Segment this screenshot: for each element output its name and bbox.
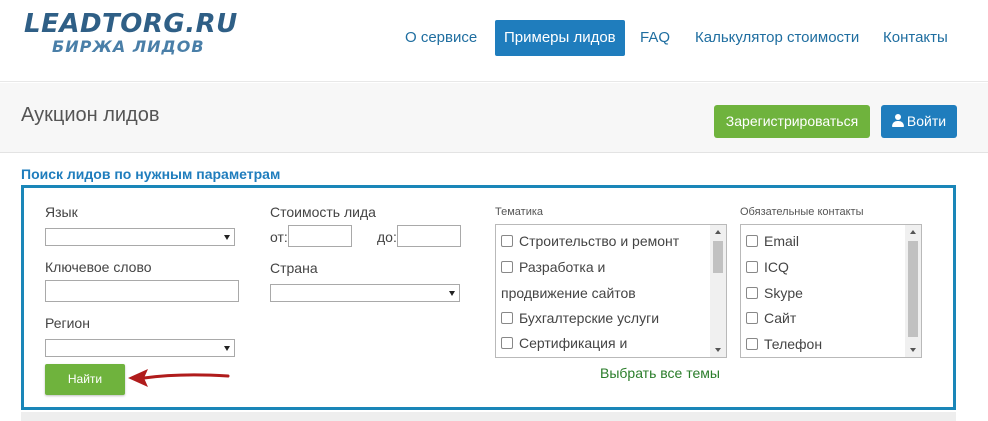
country-label: Страна [270,260,318,276]
topic-item[interactable]: Бухгалтерские услуги [501,310,659,326]
nav-lead-examples[interactable]: Примеры лидов [495,20,625,56]
scrollbar-thumb[interactable] [908,241,918,337]
site-header: LEADTORG.RU БИРЖА ЛИДОВ О сервисе Пример… [0,0,988,82]
contacts-scrollbar[interactable] [905,225,921,357]
region-select[interactable] [45,339,235,357]
keyword-input[interactable] [45,280,239,302]
search-section-title: Поиск лидов по нужным параметрам [21,166,281,182]
keyword-label: Ключевое слово [45,259,152,275]
nav-about[interactable]: О сервисе [405,20,477,56]
language-label: Язык [45,204,78,220]
chevron-down-icon [224,346,230,351]
chevron-down-icon [449,291,455,296]
red-arrow-annotation [128,369,230,387]
topic-item[interactable]: Разработка и [501,259,605,275]
auction-bar: Аукцион лидов Зарегистрироваться Войти [0,83,988,153]
main-nav: О сервисе Примеры лидов FAQ Калькулятор … [0,20,988,56]
select-all-topics-link[interactable]: Выбрать все темы [600,365,720,381]
price-from-label: от: [270,229,288,245]
price-label: Стоимость лида [270,204,376,220]
topic-checkbox[interactable] [501,337,513,349]
topic-item[interactable]: Сертификация и [501,335,627,351]
scroll-up-icon[interactable] [910,230,916,234]
contact-item[interactable]: Сайт [746,310,796,326]
contact-item[interactable]: Skype [746,285,803,301]
price-to-input[interactable] [397,225,461,247]
find-button[interactable]: Найти [45,364,125,395]
topic-item[interactable]: Строительство и ремонт [501,233,679,249]
country-select[interactable] [270,284,460,302]
contact-checkbox[interactable] [746,287,758,299]
scroll-down-icon[interactable] [715,348,721,352]
topic-checkbox[interactable] [501,261,513,273]
register-button[interactable]: Зарегистрироваться [714,105,870,138]
contacts-list[interactable]: Email ICQ Skype Сайт Телефон [740,224,922,358]
login-button[interactable]: Войти [881,105,957,138]
contact-item[interactable]: Email [746,233,799,249]
contact-checkbox[interactable] [746,235,758,247]
scrollbar-thumb[interactable] [713,241,723,273]
nav-contacts[interactable]: Контакты [883,20,948,56]
nav-faq[interactable]: FAQ [640,20,670,56]
required-contacts-label: Обязательные контакты [740,206,864,218]
login-button-label: Войти [906,113,947,129]
scroll-down-icon[interactable] [910,348,916,352]
topic-checkbox[interactable] [501,235,513,247]
contact-item[interactable]: Телефон [746,336,822,352]
price-from-input[interactable] [288,225,352,247]
contact-checkbox[interactable] [746,312,758,324]
topic-checkbox[interactable] [501,312,513,324]
topics-label: Тематика [495,206,544,218]
nav-cost-calculator[interactable]: Калькулятор стоимости [695,20,859,56]
price-to-label: до: [377,229,397,245]
language-select[interactable] [45,228,235,246]
page-title: Аукцион лидов [21,104,160,126]
user-icon [891,114,904,127]
topic-item-continuation: продвижение сайтов [501,285,636,301]
contact-checkbox[interactable] [746,261,758,273]
chevron-down-icon [224,235,230,240]
topics-scrollbar[interactable] [710,225,726,357]
topics-list[interactable]: Строительство и ремонт Разработка и прод… [495,224,727,358]
scroll-up-icon[interactable] [715,230,721,234]
region-label: Регион [45,315,90,331]
results-area-edge [21,412,956,421]
contact-checkbox[interactable] [746,338,758,350]
contact-item[interactable]: ICQ [746,259,789,275]
